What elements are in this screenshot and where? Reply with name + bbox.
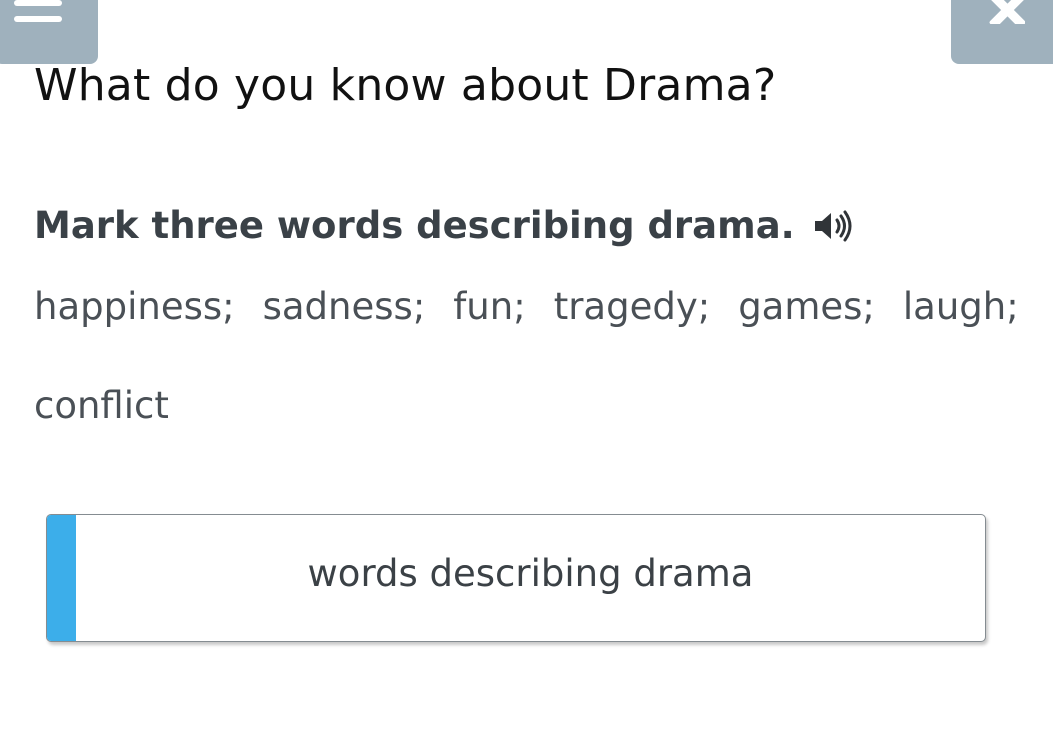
word-option-happiness[interactable]: happiness; [34, 282, 235, 332]
word-option-laugh[interactable]: laugh; [903, 282, 1019, 332]
word-option-games[interactable]: games; [738, 282, 875, 332]
answer-category-box[interactable]: words describing drama [46, 514, 986, 642]
menu-button[interactable] [0, 0, 98, 64]
word-row-2: conflict [34, 381, 1014, 431]
word-row-1: happiness; sadness; fun; tragedy; games;… [34, 282, 1019, 332]
close-button[interactable] [951, 0, 1053, 64]
page-title: What do you know about Drama? [34, 60, 777, 111]
word-option-sadness[interactable]: sadness; [263, 282, 426, 332]
answer-accent-bar [47, 515, 76, 641]
word-options: happiness; sadness; fun; tragedy; games;… [34, 282, 1019, 431]
word-option-conflict[interactable]: conflict [34, 381, 169, 431]
instruction-text: Mark three words describing drama. [34, 204, 795, 247]
word-option-tragedy[interactable]: tragedy; [554, 282, 711, 332]
answer-category-label: words describing drama [307, 552, 754, 595]
hamburger-menu-icon [14, 0, 62, 30]
close-icon [989, 0, 1025, 24]
instruction-row: Mark three words describing drama. [34, 204, 853, 247]
word-option-fun[interactable]: fun; [453, 282, 525, 332]
speaker-icon[interactable] [813, 210, 853, 242]
